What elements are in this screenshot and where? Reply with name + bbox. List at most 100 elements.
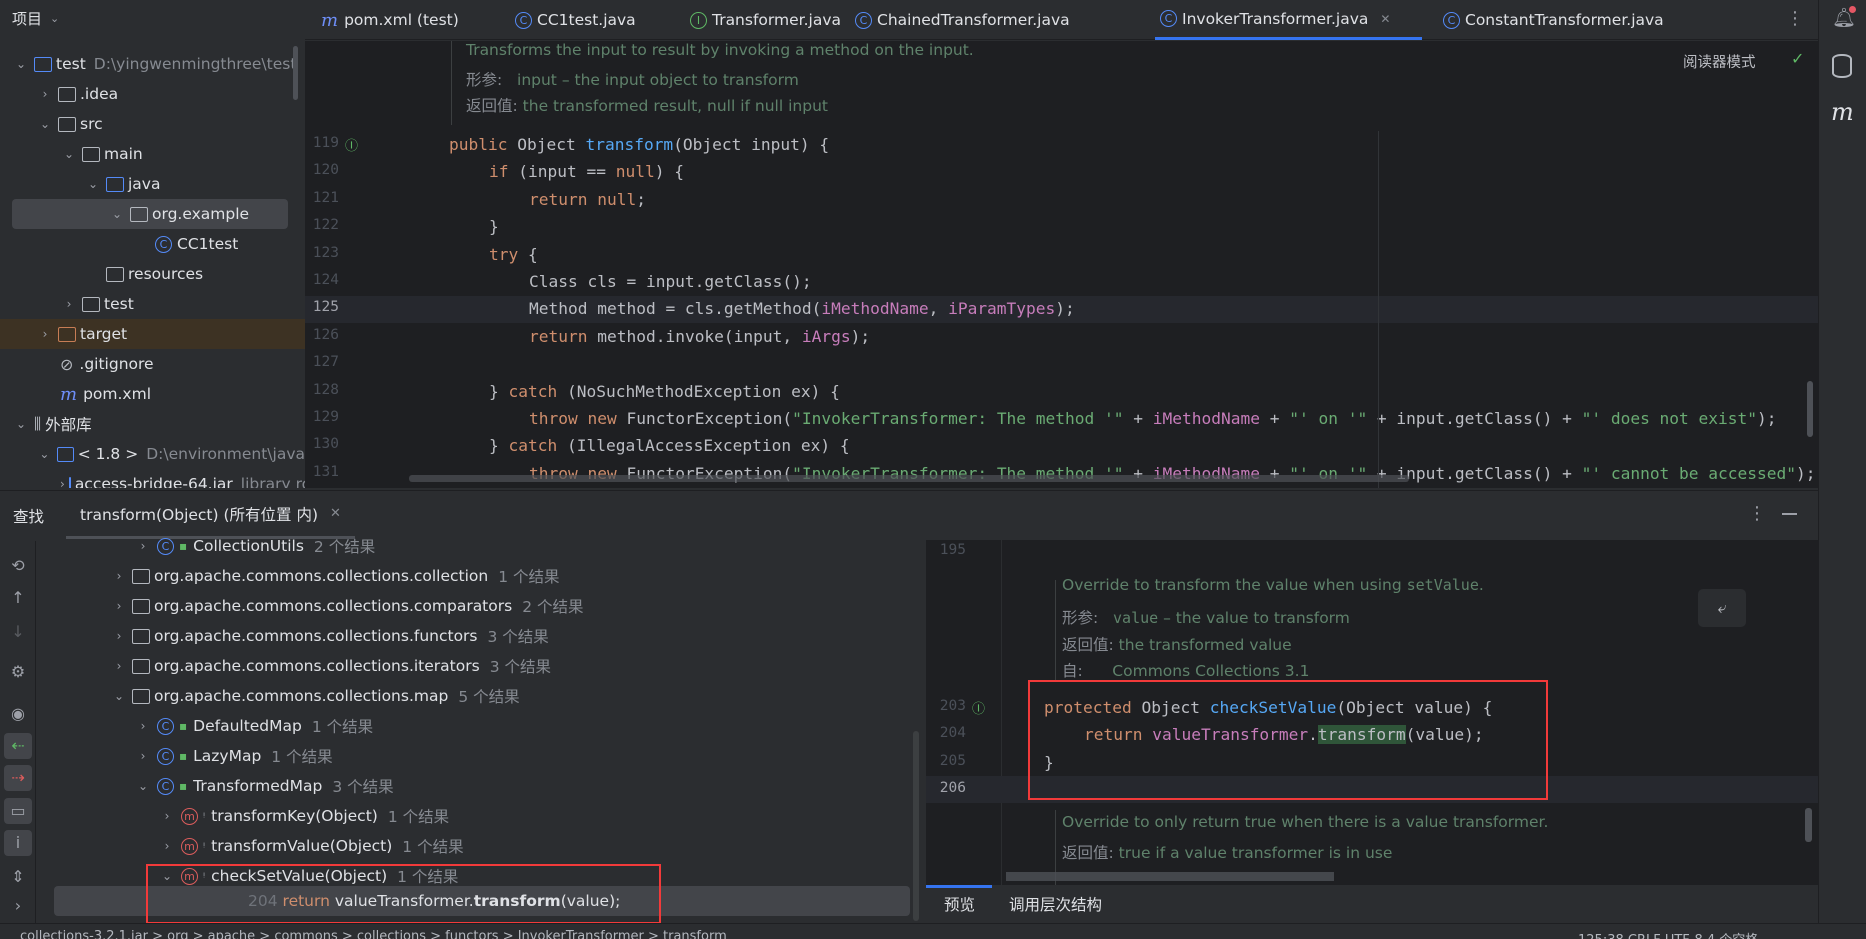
code-token: +: [1123, 409, 1153, 428]
chevron-down-icon[interactable]: ⌄: [36, 117, 54, 131]
tab-cc1test-java[interactable]: C CC1test.java: [510, 0, 636, 40]
chevron-down-icon[interactable]: ⌄: [12, 57, 30, 71]
find-result-node[interactable]: › org.apache.commons.collections.collecti…: [0, 561, 900, 591]
code-token: ,: [928, 299, 949, 319]
highlight-box-preview: [1028, 680, 1548, 800]
line-number: 127: [312, 354, 339, 371]
chevron-right-icon[interactable]: ›: [110, 599, 128, 613]
find-result-node[interactable]: ⌄ C ▪ TransformedMap 3 个结果: [0, 771, 900, 801]
project-tree-item[interactable]: ⌄ org.example: [12, 199, 288, 229]
minimize-icon[interactable]: [1782, 513, 1797, 515]
find-result-node[interactable]: › C ▪ CollectionUtils 2 个结果: [0, 531, 900, 561]
tab-preview[interactable]: 预览: [944, 893, 975, 915]
project-tree-item[interactable]: ⌄ main: [0, 139, 305, 169]
database-icon[interactable]: [1832, 54, 1852, 78]
preview-doc-summary: Override to transform the value when usi…: [1062, 576, 1484, 594]
code-line: Class cls = input.getClass();: [529, 268, 812, 295]
code-line: Method method = cls.getMethod(iMethodNam…: [529, 295, 1075, 322]
chevron-down-icon[interactable]: ⌄: [84, 177, 102, 191]
chevron-down-icon[interactable]: ⌄: [60, 147, 78, 161]
chevron-down-icon[interactable]: ⌄: [108, 207, 126, 221]
chevron-down-icon[interactable]: ⌄: [134, 779, 152, 793]
soft-wrap-button[interactable]: ⤶: [1698, 589, 1746, 627]
code-line: throw new FunctorException("InvokerTrans…: [529, 460, 1816, 487]
status-right[interactable]: 125:38 CRLF UTF-8 4 个空格: [1578, 929, 1758, 939]
find-result-node[interactable]: › org.apache.commons.collections.comparat…: [0, 591, 900, 621]
maven-icon[interactable]: m: [1831, 98, 1854, 126]
tab-pom-xml-test-[interactable]: m pom.xml (test): [315, 0, 459, 40]
find-result-node[interactable]: › org.apache.commons.collections.functors…: [0, 621, 900, 651]
chevron-right-icon[interactable]: ›: [110, 659, 128, 673]
project-tree-item[interactable]: m pom.xml: [0, 379, 305, 409]
tab-call-hierarchy[interactable]: 调用层次结构: [1009, 893, 1102, 915]
doc-text: Override to transform the value when usi…: [1062, 576, 1407, 594]
node-label: LazyMap: [193, 747, 262, 765]
project-tree-item[interactable]: ⌄ ⫼ 外部库: [0, 409, 305, 439]
project-tree-item[interactable]: ⌄ java: [0, 169, 305, 199]
preview-vertical-scrollbar[interactable]: [1805, 808, 1812, 842]
find-result-node[interactable]: › m ᵎ transformValue(Object) 1 个结果: [0, 831, 900, 861]
chevron-right-icon[interactable]: ›: [134, 719, 152, 733]
close-icon[interactable]: ✕: [330, 506, 341, 521]
project-tree-item[interactable]: C CC1test: [0, 229, 305, 259]
doc-text: Commons Collections 3.1: [1112, 662, 1310, 680]
options-icon[interactable]: ⋮: [1748, 503, 1766, 524]
more-tabs-icon[interactable]: ⋮: [1786, 8, 1804, 29]
highlight-box-result: [146, 864, 661, 924]
chevron-right-icon[interactable]: ›: [36, 327, 54, 341]
project-tree-item[interactable]: ⌄ src: [0, 109, 305, 139]
chevron-right-icon[interactable]: ›: [158, 839, 176, 853]
line-number: 126: [312, 326, 339, 343]
chevron-down-icon[interactable]: ⌄: [36, 447, 53, 461]
find-result-node[interactable]: ⌄ org.apache.commons.collections.map 5 个结果: [0, 681, 900, 711]
project-tree-item[interactable]: › target: [0, 319, 305, 349]
find-result-node[interactable]: › C ▪ DefaultedMap 1 个结果: [0, 711, 900, 741]
chevron-right-icon[interactable]: ›: [60, 297, 78, 311]
chevron-right-icon[interactable]: ›: [134, 749, 152, 763]
project-tree-item[interactable]: ⌄ < 1.8 > D:\environment\java: [0, 439, 305, 469]
project-tree-item[interactable]: ⌄ test D:\yingwenmingthree\test: [0, 49, 305, 79]
find-result-node[interactable]: › org.apache.commons.collections.iterator…: [0, 651, 900, 681]
chevron-right-icon[interactable]: ›: [60, 477, 65, 488]
project-tree-item[interactable]: ⊘ .gitignore: [0, 349, 305, 379]
project-tree-item[interactable]: › .idea: [0, 79, 305, 109]
tab-constanttransformer-java[interactable]: C ConstantTransformer.java: [1438, 0, 1664, 40]
tab-chainedtransformer-java[interactable]: C ChainedTransformer.java: [850, 0, 1070, 40]
more-chevron-icon[interactable]: ›: [4, 893, 32, 919]
line-number: 124: [312, 272, 339, 288]
code-token: iMethodName: [821, 299, 929, 319]
tab-transformer-java[interactable]: I Transformer.java: [685, 0, 841, 40]
project-tree-item[interactable]: › test: [0, 289, 305, 319]
close-tab-icon[interactable]: ✕: [1380, 12, 1390, 26]
chevron-right-icon[interactable]: ›: [134, 539, 152, 553]
tree-scrollbar[interactable]: [913, 731, 919, 921]
code-editor[interactable]: Transforms the input to result by invoki…: [305, 41, 1818, 488]
chevron-right-icon[interactable]: ›: [110, 629, 128, 643]
chevron-down-icon[interactable]: ⌄: [12, 417, 30, 431]
status-breadcrumb[interactable]: collections-3.2.1.jar > org > apache > c…: [20, 929, 727, 939]
project-scrollbar[interactable]: [293, 46, 298, 100]
preview-pane[interactable]: 195 Override to transform the value when…: [926, 540, 1818, 923]
tab-invokertransformer-java[interactable]: C InvokerTransformer.java ✕: [1155, 0, 1422, 40]
code-line: } catch (NoSuchMethodException ex) {: [489, 378, 840, 405]
project-tree-item[interactable]: › access-bridge-64.jar library root: [0, 469, 305, 488]
find-result-node[interactable]: › C ▪ LazyMap 1 个结果: [0, 741, 900, 771]
node-label: org.apache.commons.collections.collectio…: [154, 567, 489, 585]
preview-horizontal-scrollbar[interactable]: [1006, 872, 1334, 881]
code-line: throw new FunctorException("InvokerTrans…: [529, 405, 1777, 432]
chevron-right-icon[interactable]: ›: [110, 569, 128, 583]
chevron-right-icon[interactable]: ›: [158, 809, 176, 823]
project-header[interactable]: 项目 ⌄: [12, 8, 59, 29]
preview-doc-return: 返回值: the transformed value: [1062, 633, 1292, 655]
project-tree-item[interactable]: resources: [0, 259, 305, 289]
chevron-right-icon[interactable]: ›: [36, 87, 54, 101]
reader-mode-button[interactable]: 阅读器模式: [1683, 51, 1756, 72]
node-count: 3 个结果: [489, 658, 551, 676]
horizontal-scrollbar[interactable]: [409, 475, 1409, 482]
find-result-node[interactable]: › m ᵎ transformKey(Object) 1 个结果: [0, 801, 900, 831]
chevron-down-icon[interactable]: ⌄: [110, 689, 128, 703]
doc-text: the transformed value: [1118, 636, 1292, 654]
vertical-scrollbar[interactable]: [1807, 381, 1813, 437]
node-label: DefaultedMap: [193, 717, 302, 735]
folder-icon: [82, 296, 100, 312]
